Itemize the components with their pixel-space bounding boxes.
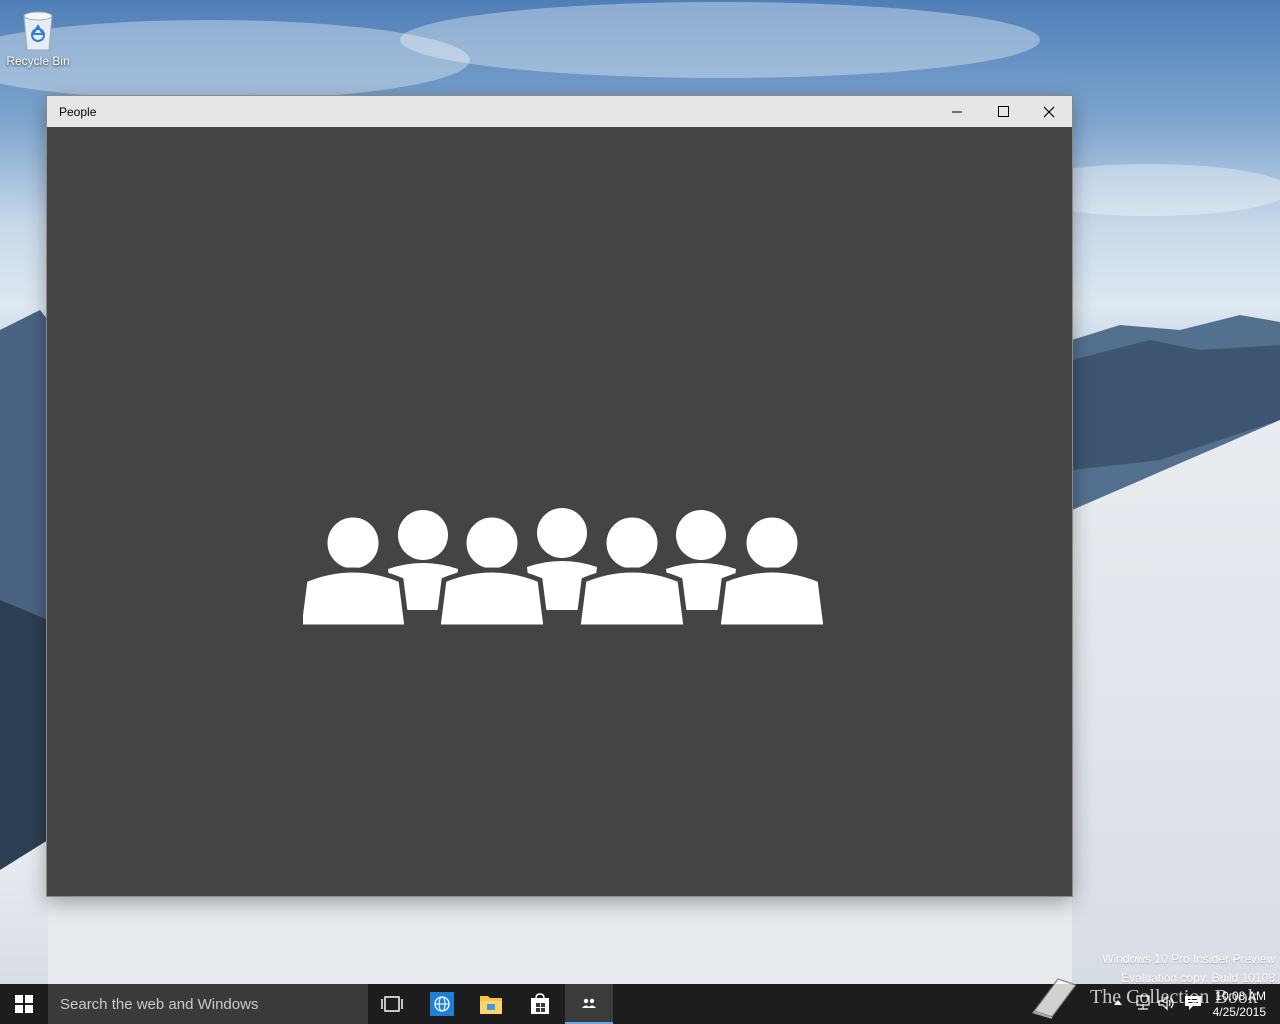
window-title: People <box>59 104 97 119</box>
desktop-icon-recycle-bin[interactable]: Recycle Bin <box>6 8 70 68</box>
maximize-icon <box>997 106 1009 117</box>
minimize-button[interactable] <box>934 96 980 127</box>
taskbar-store[interactable] <box>516 984 564 1024</box>
close-icon <box>1043 106 1055 117</box>
book-icon <box>1032 978 1078 1019</box>
window-controls <box>934 96 1072 127</box>
taskbar-browser[interactable] <box>418 984 466 1024</box>
windows-logo-icon <box>15 995 33 1013</box>
minimize-icon <box>952 111 962 112</box>
overlay-logo-watermark: The Collection Book <box>1028 972 1268 1022</box>
recycle-bin-icon <box>23 11 53 51</box>
watermark-line-1: Windows 10 Pro Insider Preview <box>1102 952 1275 966</box>
globe-icon <box>430 992 454 1016</box>
people-icon <box>582 998 596 1008</box>
taskbar-people[interactable] <box>565 984 613 1024</box>
overlay-logo-text: The Collection Book <box>1090 985 1258 1008</box>
store-bag-icon <box>531 993 549 1014</box>
close-button[interactable] <box>1026 96 1072 127</box>
task-view-icon <box>381 996 403 1012</box>
app-splash-area <box>47 127 1072 896</box>
people-group-icon <box>303 508 825 630</box>
maximize-button[interactable] <box>980 96 1026 127</box>
taskbar-file-explorer[interactable] <box>467 984 515 1024</box>
search-placeholder: Search the web and Windows <box>60 995 259 1013</box>
taskbar-search-box[interactable]: Search the web and Windows <box>48 984 368 1024</box>
folder-icon <box>480 996 502 1014</box>
people-app-window: People <box>47 96 1072 896</box>
window-titlebar[interactable]: People <box>47 96 1072 127</box>
start-button[interactable] <box>0 984 48 1024</box>
desktop-icon-label: Recycle Bin <box>6 54 70 68</box>
task-view-button[interactable] <box>368 984 416 1024</box>
